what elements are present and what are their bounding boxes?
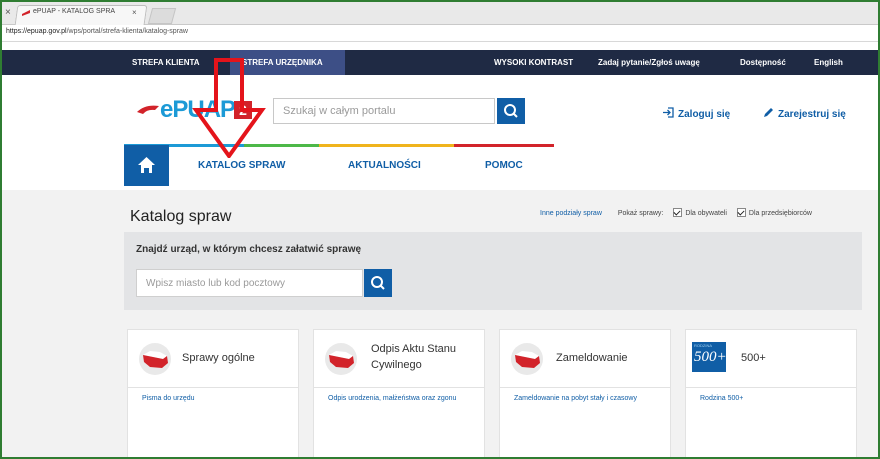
card-title-line2: Cywilnego (371, 359, 422, 371)
epuap-favicon-icon (22, 10, 30, 16)
close-icon[interactable]: × (132, 8, 137, 17)
search-button[interactable] (497, 98, 525, 124)
badge-big-text: 500+ (694, 349, 727, 365)
menu-katalog-spraw[interactable]: KATALOG SPRAW (198, 160, 285, 171)
search-icon (504, 104, 518, 118)
menu-aktualnosci[interactable]: AKTUALNOŚCI (348, 160, 421, 171)
ask-question-link[interactable]: Zadaj pytanie/Zgłoś uwagę (598, 58, 700, 67)
poland-map-icon (511, 343, 543, 375)
menu-accent-line (454, 144, 554, 147)
accessibility-link[interactable]: Dostępność (740, 58, 786, 67)
category-card[interactable]: Odpis Aktu Stanu Cywilnego Odpis urodzen… (313, 329, 485, 457)
citizens-checkbox[interactable] (673, 208, 683, 217)
card-header: Odpis Aktu Stanu Cywilnego (314, 330, 484, 388)
highlight-arrow-icon (192, 58, 266, 158)
card-link[interactable]: Odpis urodzenia, małżeństwa oraz zgonu (328, 394, 468, 403)
url-path: /wps/portal/strefa-klienta/katalog-spraw (66, 28, 188, 35)
category-card[interactable]: Sprawy ogólne Pisma do urzędu (127, 329, 299, 457)
browser-tabbar: × ePUAP - KATALOG SPRA × (2, 2, 878, 25)
category-card[interactable]: Zameldowanie Zameldowanie na pobyt stały… (499, 329, 671, 457)
pencil-icon (764, 108, 773, 117)
url-host: https://epuap.gov.pl (6, 28, 67, 35)
poland-map-icon (139, 343, 171, 375)
badge-small-text: RODZINA (694, 343, 712, 348)
login-icon (663, 107, 674, 118)
epuap-logo-swoosh-icon (137, 105, 159, 114)
card-header: Sprawy ogólne (128, 330, 298, 388)
card-title: Zameldowanie (556, 352, 628, 364)
menu-accent-line (319, 144, 454, 147)
new-tab-button[interactable] (147, 8, 177, 24)
browser-window: × ePUAP - KATALOG SPRA × https://epuap.g… (0, 0, 880, 459)
card-header: Zameldowanie (500, 330, 670, 388)
login-link[interactable]: Zaloguj się (662, 107, 730, 120)
home-button[interactable] (124, 145, 169, 186)
card-link[interactable]: Pisma do urzędu (142, 394, 282, 403)
card-title-line1: Odpis Aktu Stanu (371, 343, 456, 355)
other-divisions-link[interactable]: Inne podziały spraw (540, 210, 602, 217)
show-cases-label: Pokaż sprawy: (617, 209, 664, 217)
close-tab-icon[interactable]: × (5, 7, 11, 18)
card-title: Sprawy ogólne (182, 352, 255, 364)
citizens-label: Dla obywateli (685, 209, 727, 217)
search-icon (371, 276, 385, 290)
city-postcode-input[interactable]: Wpisz miasto lub kod pocztowy (136, 269, 363, 297)
rodzina-500-icon: RODZINA 500+ (692, 342, 727, 372)
high-contrast-link[interactable]: WYSOKI KONTRAST (494, 58, 573, 67)
city-postcode-placeholder: Wpisz miasto lub kod pocztowy (146, 278, 285, 289)
register-label: Zarejestruj się (778, 109, 846, 120)
office-search-button[interactable] (364, 269, 392, 297)
home-icon (138, 157, 155, 173)
entrepreneurs-label: Dla przedsiębiorców (748, 209, 812, 217)
login-label: Zaloguj się (678, 109, 731, 120)
search-placeholder: Szukaj w całym portalu (283, 105, 396, 117)
top-navigation: STREFA KLIENTA WYSOKI KONTRAST Zadaj pyt… (2, 50, 878, 75)
card-link[interactable]: Rodzina 500+ (700, 394, 840, 403)
page-title: Katalog spraw (130, 208, 232, 225)
portal-search-input[interactable]: Szukaj w całym portalu (273, 98, 495, 124)
card-link[interactable]: Zameldowanie na pobyt stały i czasowy (514, 394, 654, 403)
menu-pomoc[interactable]: POMOC (485, 160, 523, 171)
address-bar[interactable]: https://epuap.gov.pl/wps/portal/strefa-k… (2, 25, 878, 42)
card-header: RODZINA 500+ 500+ (686, 330, 856, 388)
english-link[interactable]: English (814, 58, 843, 67)
entrepreneurs-checkbox[interactable] (736, 208, 746, 217)
tab-title: ePUAP - KATALOG SPRA (33, 8, 116, 15)
catalog-filters: Inne podziały spraw Pokaż sprawy: Dla ob… (540, 208, 812, 218)
card-title: 500+ (741, 352, 766, 364)
office-finder-title: Znajdź urząd, w którym chcesz załatwić s… (136, 244, 362, 255)
poland-map-icon (325, 343, 357, 375)
category-card[interactable]: RODZINA 500+ 500+ Rodzina 500+ (685, 329, 857, 457)
register-link[interactable]: Zarejestruj się (762, 107, 846, 120)
